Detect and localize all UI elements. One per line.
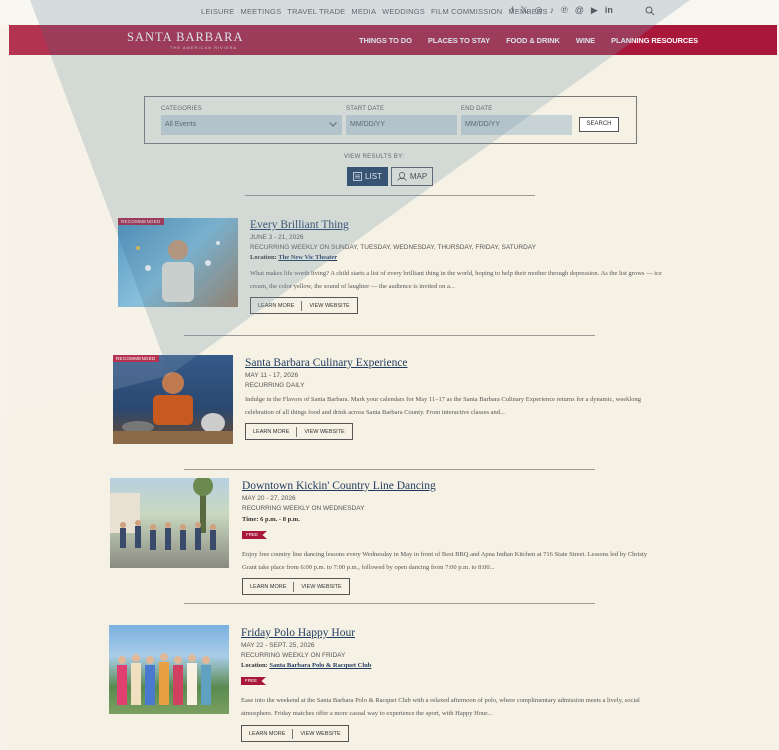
util-meetings[interactable]: MEETINGS (241, 7, 282, 16)
view-website-button[interactable]: VIEW WEBSITE (302, 303, 356, 309)
dancers-photo (110, 478, 216, 550)
event-dates: MAY 22 - SEPT. 25, 2026 (241, 642, 315, 649)
end-date-input[interactable]: MM/DD/YY (461, 115, 572, 135)
event-recurrence: RECURRING WEEKLY ON WEDNESDAY (242, 505, 365, 512)
youtube-icon[interactable]: ▶ (591, 5, 598, 16)
divider (184, 335, 595, 336)
event-dates: JUNE 3 - 21, 2026 (250, 234, 304, 241)
list-view-label: LIST (365, 172, 382, 181)
location-link[interactable]: The New Vic Theater (278, 254, 337, 261)
event-image[interactable] (109, 625, 229, 714)
event-time: Time: 6 p.m. - 8 p.m. (242, 516, 300, 523)
event-recurrence: RECURRING WEEKLY ON SUNDAY, TUESDAY, WED… (250, 244, 536, 251)
event-image[interactable] (110, 478, 229, 568)
time-value: 6 p.m. - 8 p.m. (260, 516, 300, 523)
time-label: Time: (242, 516, 259, 523)
utility-nav: LEISURE MEETINGS TRAVEL TRADE MEDIA WEDD… (201, 7, 554, 16)
chevron-down-icon (329, 122, 337, 127)
event-actions: LEARN MORE VIEW WEBSITE (245, 423, 353, 440)
location-label: Location: (250, 254, 277, 261)
util-weddings[interactable]: WEDDINGS (382, 7, 425, 16)
end-date-label: END DATE (461, 106, 493, 112)
nav-wine[interactable]: WINE (576, 36, 595, 45)
start-date-input[interactable]: MM/DD/YY (346, 115, 457, 135)
chef-photo (113, 372, 233, 444)
location-label: Location: (241, 662, 268, 669)
tiktok-icon[interactable]: ♪ (550, 5, 555, 16)
event-description: Enjoy free country line dancing lessons … (242, 551, 647, 571)
search-button[interactable]: SEARCH (579, 117, 619, 132)
polo-guests-photo (117, 653, 211, 705)
location-link[interactable]: Santa Barbara Polo & Racquet Club (269, 662, 371, 669)
pinterest-icon[interactable]: ℗ (561, 5, 568, 16)
start-date-label: START DATE (346, 106, 385, 112)
facebook-icon[interactable]: f (511, 5, 514, 16)
event-title[interactable]: Friday Polo Happy Hour (241, 627, 355, 639)
event-location: Location: Santa Barbara Polo & Racquet C… (241, 662, 371, 669)
learn-more-button[interactable]: LEARN MORE (251, 303, 301, 309)
nav-things-to-do[interactable]: THINGS TO DO (359, 36, 412, 45)
event-description: Indulge in the Flavors of Santa Barbara.… (245, 396, 641, 416)
logo-tagline: THE AMERICAN RIVIERA (170, 45, 238, 50)
threads-icon[interactable]: @ (575, 5, 584, 16)
divider (184, 603, 595, 604)
event-actions: LEARN MORE VIEW WEBSITE (250, 297, 358, 314)
x-icon[interactable]: 𝕏 (521, 5, 528, 16)
recommended-badge: RECOMMENDED (118, 218, 164, 225)
nav-places-to-stay[interactable]: PLACES TO STAY (428, 36, 490, 45)
categories-select[interactable]: All Events (161, 115, 342, 135)
view-website-button[interactable]: VIEW WEBSITE (293, 731, 347, 737)
util-travel-trade[interactable]: TRAVEL TRADE (287, 7, 345, 16)
categories-value: All Events (165, 121, 197, 128)
instagram-icon[interactable]: ◎ (535, 5, 543, 16)
view-website-button[interactable]: VIEW WEBSITE (294, 584, 348, 590)
search-icon[interactable] (645, 6, 655, 16)
categories-label: CATEGORIES (161, 106, 202, 112)
event-recurrence: RECURRING DAILY (245, 382, 305, 389)
list-icon (353, 172, 362, 181)
divider (184, 469, 595, 470)
main-nav: SANTA BARBARA THE AMERICAN RIVIERA THING… (9, 25, 777, 55)
performer-photo (136, 240, 220, 302)
utility-bar: LEISURE MEETINGS TRAVEL TRADE MEDIA WEDD… (0, 0, 779, 25)
util-film-commission[interactable]: FILM COMMISSION (431, 7, 502, 16)
site-logo[interactable]: SANTA BARBARA (127, 30, 244, 45)
event-image[interactable]: RECOMMENDED (118, 218, 238, 307)
event-title[interactable]: Santa Barbara Culinary Experience (245, 357, 408, 369)
linkedin-icon[interactable]: in (605, 5, 613, 16)
map-view-label: MAP (409, 172, 428, 181)
event-dates: MAY 11 - 17, 2026 (245, 372, 299, 379)
event-recurrence: RECURRING WEEKLY ON FRIDAY (241, 652, 346, 659)
map-icon (397, 172, 407, 181)
event-actions: LEARN MORE VIEW WEBSITE (242, 578, 350, 595)
list-view-button[interactable]: LIST (347, 167, 388, 186)
view-results-label: VIEW RESULTS BY: (344, 154, 405, 160)
view-website-button[interactable]: VIEW WEBSITE (297, 429, 351, 435)
social-links: f 𝕏 ◎ ♪ ℗ @ ▶ in (511, 5, 613, 16)
recommended-badge: RECOMMENDED (113, 355, 159, 362)
util-media[interactable]: MEDIA (351, 7, 376, 16)
nav-food-drink[interactable]: FOOD & DRINK (506, 36, 560, 45)
event-description: Ease into the weekend at the Santa Barba… (241, 697, 640, 717)
map-view-button[interactable]: MAP (391, 167, 433, 186)
util-leisure[interactable]: LEISURE (201, 7, 235, 16)
event-description: What makes life worth living? A child st… (250, 270, 662, 290)
learn-more-button[interactable]: LEARN MORE (246, 429, 296, 435)
learn-more-button[interactable]: LEARN MORE (242, 731, 292, 737)
event-location: Location: The New Vic Theater (250, 254, 337, 261)
event-actions: LEARN MORE VIEW WEBSITE (241, 725, 349, 742)
event-image[interactable]: RECOMMENDED (113, 355, 233, 444)
nav-planning-resources[interactable]: PLANNING RESOURCES (611, 36, 698, 45)
event-filter: CATEGORIES All Events START DATE MM/DD/Y… (144, 96, 637, 144)
event-dates: MAY 20 - 27, 2026 (242, 495, 296, 502)
event-title[interactable]: Downtown Kickin' Country Line Dancing (242, 480, 436, 492)
event-title[interactable]: Every Brilliant Thing (250, 219, 349, 231)
divider (245, 195, 535, 196)
learn-more-button[interactable]: LEARN MORE (243, 584, 293, 590)
